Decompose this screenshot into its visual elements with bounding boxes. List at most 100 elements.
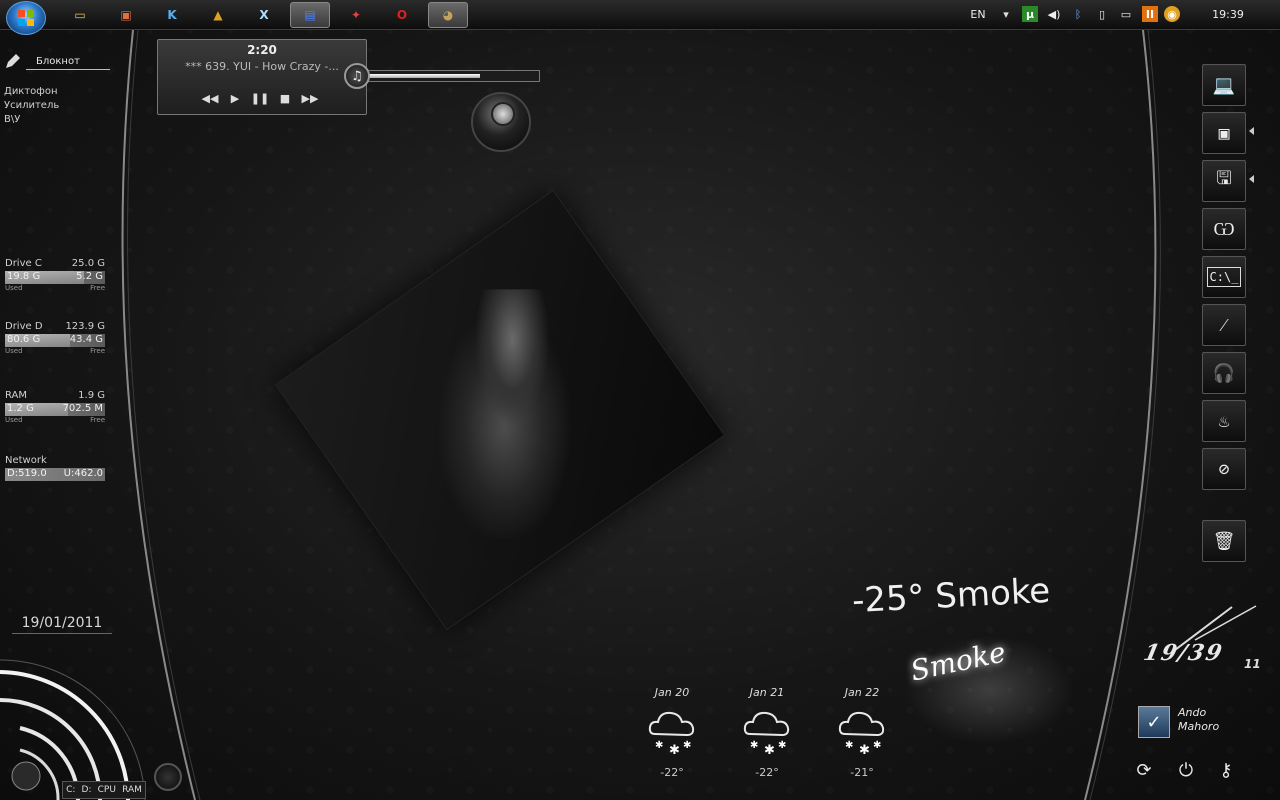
launcher-amplifier[interactable]: Усилитель xyxy=(4,99,59,113)
desktop-clock: 19/39 xyxy=(1141,640,1227,666)
notepad-launcher[interactable]: Блокнот xyxy=(26,56,110,70)
dock-button[interactable]: 💻 xyxy=(1202,64,1246,106)
meter-total: 123.9 G xyxy=(65,321,105,332)
play-icon[interactable]: ▶ xyxy=(227,91,243,105)
app-tray-icon[interactable]: ◉ xyxy=(1164,6,1180,22)
date-display: 19/01/2011 xyxy=(12,615,112,634)
recycle-bin-icon: 🗑 xyxy=(1212,530,1236,552)
user-name: Ando Mahoro xyxy=(1178,706,1219,734)
player-elapsed: 2:20 xyxy=(247,43,277,57)
meter-used-label: Used xyxy=(5,284,23,292)
pause-icon[interactable]: ❚❚ xyxy=(251,91,269,105)
svg-text:✱: ✱ xyxy=(873,740,881,751)
device-icon[interactable]: ▯ xyxy=(1094,6,1110,22)
network-title: Network xyxy=(5,455,47,466)
forecast-day: Jan 22 ✱ ✱ ✱ -21° xyxy=(830,686,894,779)
meter-free-label: Free xyxy=(90,347,105,355)
taskbar-app[interactable]: ◕ xyxy=(428,2,468,28)
forecast-day: Jan 21 ✱ ✱ ✱ -22° xyxy=(735,686,799,779)
dock-button[interactable]: Ѡ xyxy=(1202,208,1246,250)
seek-fill xyxy=(369,74,480,78)
key-icon[interactable]: ⚷ xyxy=(1214,758,1238,782)
launcher-list: Диктофон Усилитель В\У xyxy=(4,85,59,127)
resource-meter: Drive D 123.9 G 80.6 G 43.4 G Used Free xyxy=(5,321,105,357)
music-note-icon[interactable]: ♫ xyxy=(344,63,370,89)
dock-button[interactable]: ⁄ xyxy=(1202,304,1246,346)
gauge-knob[interactable] xyxy=(154,763,182,791)
snow-cloud-icon: ✱ ✱ ✱ xyxy=(838,711,885,758)
forecast-day: Jan 20 ✱ ✱ ✱ -22° xyxy=(640,686,704,779)
dock-button[interactable]: ⊘ xyxy=(1202,448,1246,490)
dock-arrow-2[interactable] xyxy=(1249,175,1254,183)
player-controls: ◀◀ ▶ ❚❚ ■ ▶▶ xyxy=(202,91,319,105)
forecast-temp: -21° xyxy=(850,766,874,779)
pause-tray-icon[interactable]: II xyxy=(1142,6,1158,22)
gauge-label-c: C: xyxy=(66,785,76,795)
launcher-dictaphone[interactable]: Диктофон xyxy=(4,85,59,99)
svg-text:✱: ✱ xyxy=(750,740,758,751)
svg-text:✱: ✱ xyxy=(655,740,663,751)
bluetooth-icon[interactable]: ᛒ xyxy=(1070,6,1086,22)
taskbar-app[interactable]: X xyxy=(244,2,284,28)
photo-image xyxy=(424,289,585,540)
language-indicator[interactable]: EN xyxy=(966,6,990,22)
taskbar-app[interactable]: ▤ xyxy=(290,2,330,28)
taskbar-app[interactable]: K xyxy=(152,2,192,28)
dock-button[interactable]: 🗑 xyxy=(1202,520,1246,562)
floppy-app-icon: ▤ xyxy=(304,8,316,22)
meter-bar: 80.6 G 43.4 G xyxy=(5,334,105,347)
pushpin xyxy=(471,92,531,152)
gauge-label-cpu: CPU xyxy=(97,785,116,795)
forecast-date: Jan 22 xyxy=(844,686,880,699)
meter-total: 25.0 G xyxy=(71,258,105,269)
snow-cloud-icon: ✱ ✱ ✱ xyxy=(648,711,695,758)
command-prompt-icon: C:\_ xyxy=(1206,267,1242,287)
meter-free: 43.4 G xyxy=(69,334,103,345)
utorrent-icon[interactable]: µ xyxy=(1022,6,1038,22)
dock-button[interactable]: ▣ xyxy=(1202,112,1246,154)
meter-used: 19.8 G xyxy=(7,271,41,282)
meter-title: Drive C xyxy=(5,258,42,269)
meter-title: Drive D xyxy=(5,321,43,332)
svg-text:✱: ✱ xyxy=(845,740,853,751)
taskbar-clock[interactable]: 19:39 xyxy=(1208,6,1248,22)
fast-forward-icon[interactable]: ▶▶ xyxy=(302,91,319,105)
start-button[interactable] xyxy=(6,1,46,35)
chevron-down-icon[interactable]: ▾ xyxy=(998,6,1014,22)
restart-icon[interactable]: ⟳ xyxy=(1132,758,1156,782)
meter-free-label: Free xyxy=(90,284,105,292)
svg-text:✱: ✱ xyxy=(778,740,786,751)
taskbar-app[interactable]: ▭ xyxy=(60,2,100,28)
rewind-icon[interactable]: ◀◀ xyxy=(202,91,219,105)
launcher-vu[interactable]: В\У xyxy=(4,113,59,127)
taskbar-app[interactable]: ✦ xyxy=(336,2,376,28)
meter-bar: 1.2 G 702.5 M xyxy=(5,403,105,416)
stop-icon[interactable]: ■ xyxy=(277,91,293,105)
user-avatar[interactable]: ✓ xyxy=(1138,706,1170,738)
meter-free: 702.5 M xyxy=(62,403,103,414)
resource-meter: Drive C 25.0 G 19.8 G 5.2 G Used Free xyxy=(5,258,105,294)
dock-button[interactable]: 🖫 xyxy=(1202,160,1246,202)
taskbar-app[interactable]: O xyxy=(382,2,422,28)
meter-free: 5.2 G xyxy=(76,271,103,282)
floppy-disk-icon: 🖫 xyxy=(1216,168,1232,189)
meter-used-label: Used xyxy=(5,347,23,355)
dock-button[interactable]: 🎧 xyxy=(1202,352,1246,394)
taskbar-app[interactable]: ▣ xyxy=(106,2,146,28)
network-tray-icon[interactable]: ▭ xyxy=(1118,6,1134,22)
dock-arrow-1[interactable] xyxy=(1249,127,1254,135)
magic-wand-icon: ⁄ xyxy=(1222,314,1226,336)
media-player: 2:20 *** 639. YUI - How Crazy -... ◀◀ ▶ … xyxy=(157,39,367,115)
headphones-icon: 🎧 xyxy=(1212,362,1236,384)
seek-bar[interactable] xyxy=(366,70,540,82)
power-icon[interactable]: ⏻ xyxy=(1174,758,1198,782)
explorer-icon: ▭ xyxy=(74,8,86,22)
network-meter: Network D:519.0 U:462.0 xyxy=(5,455,105,481)
taskbar-app[interactable]: ▲ xyxy=(198,2,238,28)
laptop-icon: 💻 xyxy=(1212,74,1236,96)
dock-button[interactable]: C:\_ xyxy=(1202,256,1246,298)
dock-button[interactable]: ♨ xyxy=(1202,400,1246,442)
player-track: *** 639. YUI - How Crazy -... xyxy=(185,60,339,73)
volume-icon[interactable]: ◀) xyxy=(1046,6,1062,22)
aimp-icon: ▲ xyxy=(213,8,223,22)
